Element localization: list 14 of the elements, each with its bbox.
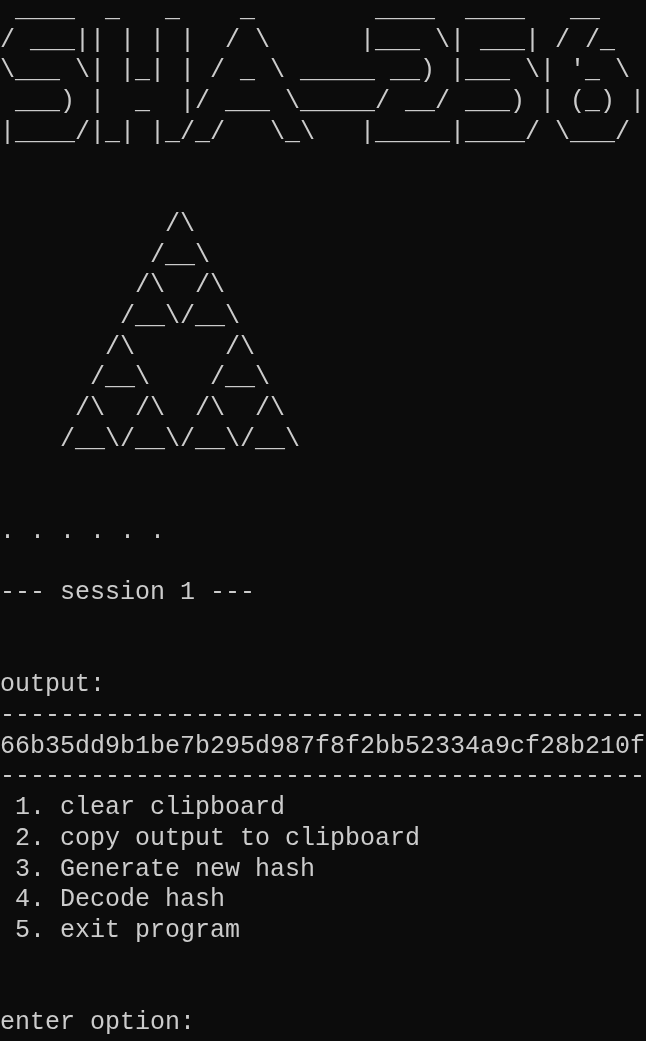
menu-option: 2. copy output to clipboard bbox=[0, 823, 421, 855]
progress-dots: . . . . . . bbox=[0, 516, 166, 548]
menu-option: 3. Generate new hash bbox=[0, 854, 316, 886]
menu-option: 1. clear clipboard bbox=[0, 793, 286, 824]
menu-option: 5. exit program bbox=[0, 915, 241, 947]
dashed-rule: ------------------------------------------- bbox=[0, 762, 646, 794]
input-prompt: enter option: bbox=[0, 1007, 196, 1036]
session-header: --- session 1 --- bbox=[0, 578, 256, 609]
triangle-art-text: /\ /__\ /\ /\ /__\/__\ /\ /\ /__\ /__\ /\ /\ /\ /\ /__\/__\/__\/__\ bbox=[59, 209, 301, 456]
banner-title-text: ____ _ _ _ ____ ____ __ / ___|| | | | / \ |___ \| ___| / /_ \___ \| |_| | / _ \ _____ __) |___ \| '_ \ ___) | _ |/ ___ \_____/ __/ ___) | (_) | |____/|_| |_/_/ \_\ |_____|____/ \___/ bbox=[0, 0, 646, 149]
dashed-rule: ------------------------------------------- bbox=[0, 701, 646, 732]
output-label: output: bbox=[0, 670, 106, 702]
hash-output: 66b35dd9b1be7b295d987f8f2bb52334a9cf28b210f bbox=[0, 731, 646, 763]
menu-option: 4. Decode hash bbox=[0, 885, 226, 916]
